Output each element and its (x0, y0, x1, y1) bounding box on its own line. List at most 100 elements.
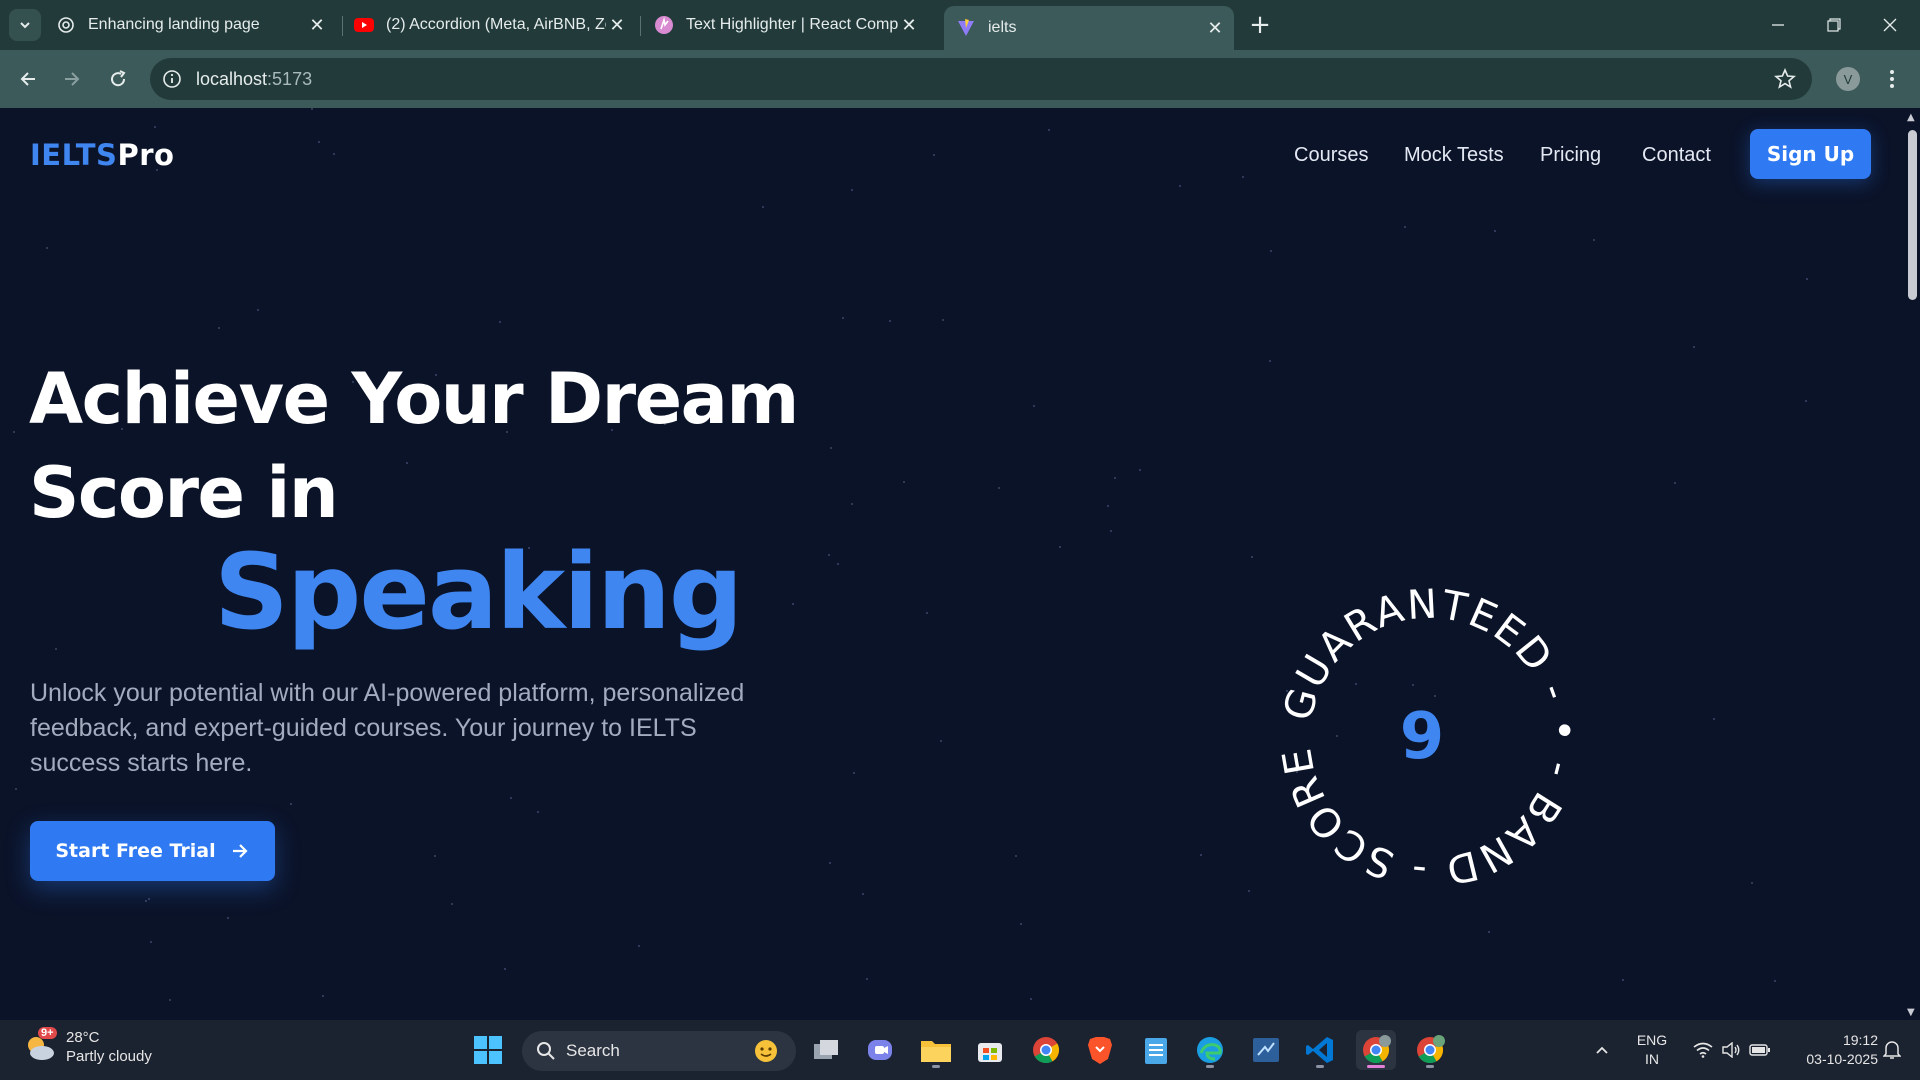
nav-contact[interactable]: Contact (1642, 144, 1711, 167)
address-bar[interactable]: localhost:5173 (150, 58, 1812, 100)
tab-text-highlighter[interactable]: Text Highlighter | React Compo ✕ (654, 0, 928, 50)
background-star (837, 563, 839, 565)
close-tab-icon[interactable]: ✕ (1204, 17, 1226, 39)
background-star (154, 126, 156, 128)
background-star (434, 855, 436, 857)
quick-settings[interactable] (1682, 1030, 1782, 1070)
background-star (1494, 230, 1496, 232)
background-star (998, 487, 1000, 489)
search-highlight-icon (755, 1040, 777, 1062)
site-info-icon[interactable] (162, 69, 182, 89)
profile-avatar[interactable]: V (1836, 67, 1860, 91)
chrome-icon[interactable] (1026, 1030, 1066, 1070)
edge-icon[interactable] (1190, 1030, 1230, 1070)
page-scrollbar[interactable]: ▲ ▼ (1904, 108, 1920, 1020)
minimize-button[interactable] (1750, 0, 1806, 50)
chrome-profile-2-icon[interactable] (1410, 1030, 1450, 1070)
new-tab-button[interactable]: + (1244, 9, 1276, 41)
notepad-icon[interactable] (1136, 1030, 1176, 1070)
background-star (15, 788, 17, 790)
tab-ielts[interactable]: ielts ✕ (944, 6, 1234, 50)
background-star (145, 900, 147, 902)
task-view-icon[interactable] (806, 1030, 846, 1070)
chevron-down-icon (20, 22, 30, 29)
background-star (1048, 129, 1050, 131)
background-star (55, 648, 57, 650)
start-free-trial-button[interactable]: Start Free Trial (30, 821, 275, 881)
tab-separator (640, 16, 641, 36)
clock[interactable]: 19:12 03-10-2025 (1784, 1031, 1878, 1069)
scroll-up-icon[interactable]: ▲ (1907, 112, 1915, 123)
brave-icon[interactable] (1080, 1030, 1120, 1070)
background-star (1139, 469, 1141, 471)
tab-title: Text Highlighter | React Compo (686, 16, 898, 33)
tab-chatgpt[interactable]: Enhancing landing page ✕ (56, 0, 336, 50)
background-star (150, 941, 152, 943)
tab-youtube[interactable]: (2) Accordion (Meta, AirBNB, Zo ✕ (354, 0, 636, 50)
volume-icon (1722, 1042, 1740, 1058)
bookmark-star-icon[interactable] (1774, 68, 1796, 90)
back-button[interactable] (10, 61, 46, 97)
file-explorer-icon[interactable] (916, 1030, 956, 1070)
clock-time: 19:12 (1842, 1032, 1878, 1048)
start-free-trial-label: Start Free Trial (55, 840, 216, 862)
background-star (1114, 477, 1116, 479)
restore-button[interactable] (1806, 0, 1862, 50)
nav-mock-tests[interactable]: Mock Tests (1404, 144, 1504, 167)
background-star (1488, 931, 1490, 933)
background-star (1404, 226, 1406, 228)
background-star (829, 862, 831, 864)
nav-pricing[interactable]: Pricing (1540, 144, 1601, 167)
background-star (940, 740, 942, 742)
close-tab-icon[interactable]: ✕ (898, 14, 920, 36)
background-star (1030, 998, 1032, 1000)
weather-widget[interactable]: 9+ 28°C Partly cloudy (22, 1027, 152, 1066)
sign-up-button[interactable]: Sign Up (1750, 129, 1871, 179)
search-label: Search (566, 1041, 620, 1060)
forward-button[interactable] (54, 61, 90, 97)
browser-menu-button[interactable] (1880, 66, 1904, 92)
background-star (1269, 360, 1271, 362)
scroll-down-icon[interactable]: ▼ (1907, 1007, 1915, 1018)
notifications-button[interactable] (1876, 1030, 1908, 1070)
close-tab-icon[interactable]: ✕ (606, 14, 628, 36)
background-star (504, 968, 506, 970)
close-tab-icon[interactable]: ✕ (306, 14, 328, 36)
background-star (862, 893, 864, 895)
chrome-profile-v-icon[interactable] (1356, 1030, 1396, 1070)
tab-search-button[interactable] (9, 9, 41, 41)
background-star (1774, 980, 1776, 982)
arrow-right-icon (65, 72, 80, 86)
background-star (311, 108, 313, 110)
microsoft-store-icon[interactable] (970, 1030, 1010, 1070)
tab-title: ielts (988, 19, 1017, 36)
background-star (1020, 923, 1022, 925)
remote-desktop-icon[interactable] (1246, 1030, 1286, 1070)
start-button[interactable] (468, 1030, 508, 1070)
background-star (13, 431, 15, 433)
background-star (218, 327, 220, 329)
tab-title: (2) Accordion (Meta, AirBNB, Zo (386, 16, 606, 33)
taskbar-search[interactable]: Search (522, 1031, 796, 1071)
background-star (1059, 546, 1061, 548)
nav-courses[interactable]: Courses (1294, 144, 1368, 167)
scrollbar-thumb[interactable] (1908, 130, 1917, 300)
tab-title: Enhancing landing page (88, 16, 260, 33)
teams-chat-icon[interactable] (860, 1030, 900, 1070)
background-star (851, 189, 853, 191)
background-star (851, 503, 853, 505)
reload-button[interactable] (100, 61, 136, 97)
logo-pro: Pro (117, 138, 175, 172)
running-indicator (1206, 1065, 1214, 1068)
background-star (853, 772, 855, 774)
site-logo[interactable]: IELTSPro (30, 138, 174, 172)
show-hidden-icons-button[interactable] (1582, 1030, 1622, 1070)
vscode-icon[interactable] (1300, 1030, 1340, 1070)
background-star (933, 154, 935, 156)
wifi-icon (1693, 1042, 1713, 1058)
background-star (510, 797, 512, 799)
input-language-indicator[interactable]: ENG IN (1632, 1031, 1672, 1069)
windows-icon (474, 1036, 502, 1064)
close-window-button[interactable] (1862, 0, 1918, 50)
background-star (257, 309, 259, 311)
